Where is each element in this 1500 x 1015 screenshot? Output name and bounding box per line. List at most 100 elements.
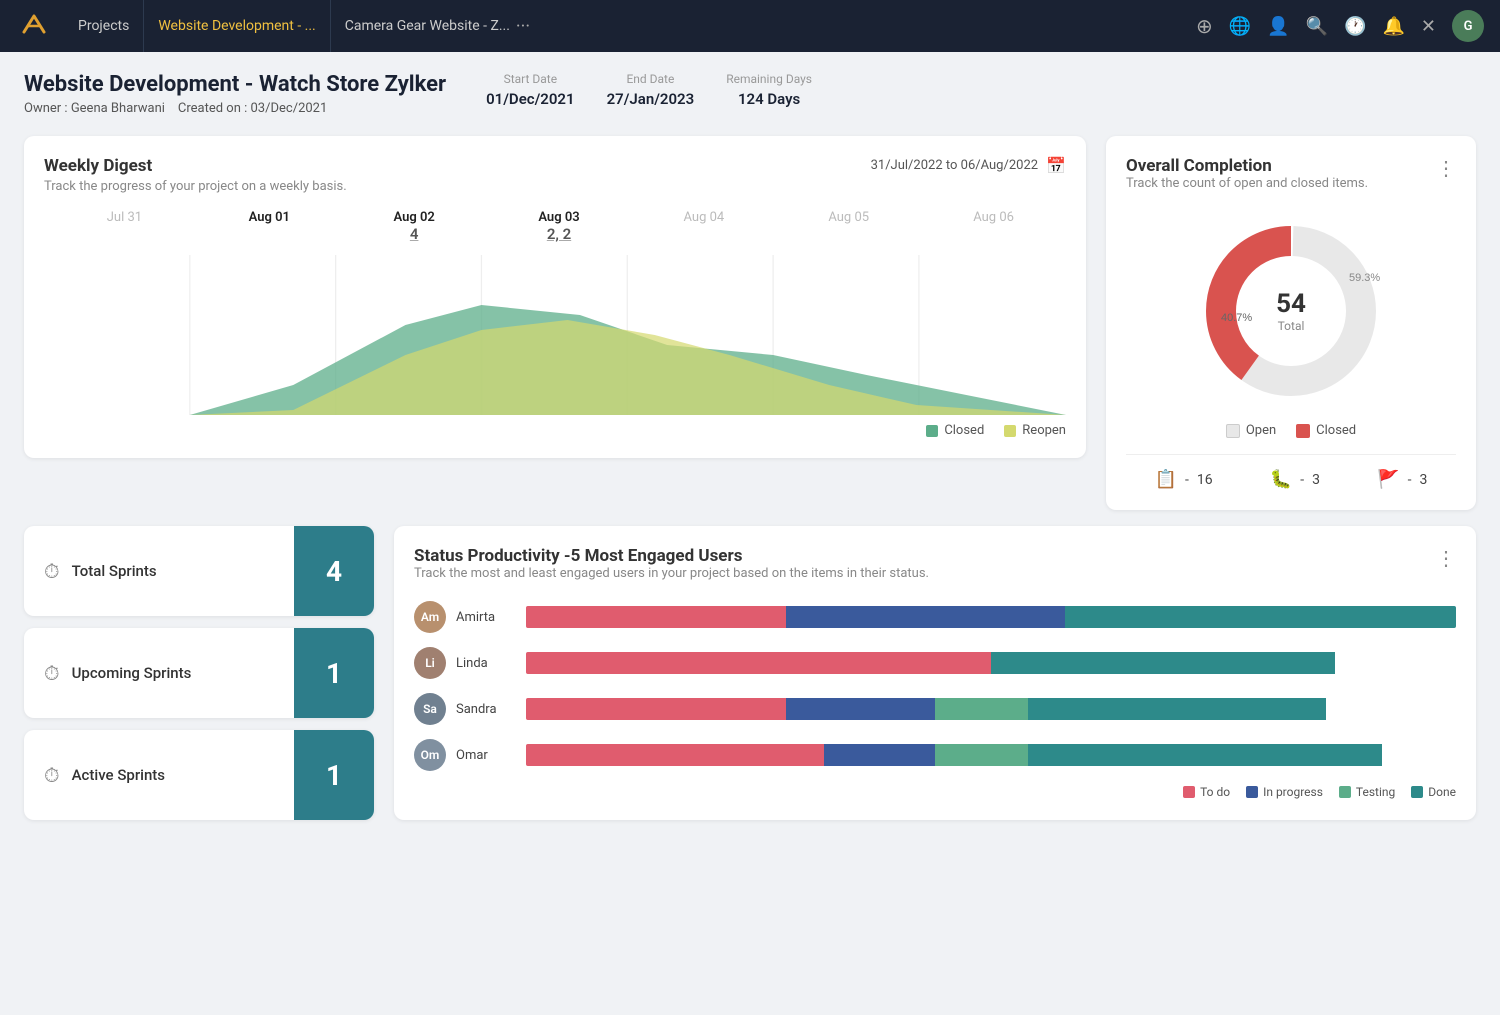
nav-projects[interactable]: Projects [64, 0, 144, 52]
sp-row-sandra: Sa Sandra [414, 693, 1456, 725]
legend-open: Open [1226, 423, 1276, 438]
svg-text:40.7%: 40.7% [1221, 312, 1252, 324]
name-omar: Omar [456, 748, 516, 763]
open-dot [1226, 424, 1240, 438]
nav-website-dev[interactable]: Website Development - ... [144, 0, 330, 52]
active-sprints-count: 1 [294, 730, 374, 820]
oc-stat-flag: 🚩 - 3 [1377, 469, 1427, 490]
avatar[interactable]: G [1452, 10, 1484, 42]
donut-chart: 40.7% 59.3% 54 Total [1126, 211, 1456, 411]
chart-legend: Closed Reopen [44, 423, 1066, 438]
sp-subtitle: Track the most and least engaged users i… [414, 566, 929, 581]
bell-icon[interactable]: 🔔 [1382, 16, 1404, 37]
name-linda: Linda [456, 656, 516, 671]
more-icon[interactable]: ··· [516, 16, 530, 37]
nav-camera-gear[interactable]: Camera Gear Website - Z... ··· [331, 0, 544, 52]
remaining-days-block: Remaining Days 124 Days [726, 72, 812, 108]
svg-text:59.3%: 59.3% [1349, 272, 1380, 284]
sp-chart-area: Am Amirta Li Linda [414, 601, 1456, 771]
app-logo[interactable] [16, 8, 52, 44]
bar-seg-todo [526, 606, 786, 628]
search-icon[interactable]: 🔍 [1306, 16, 1328, 37]
flag-icon: 🚩 [1377, 469, 1399, 490]
sp-legend-inprogress: In progress [1246, 785, 1323, 799]
avatar-amirta: Am [414, 601, 446, 633]
oc-subtitle: Track the count of open and closed items… [1126, 176, 1368, 191]
day-aug03: Aug 03 2, 2 [487, 210, 632, 247]
weekly-header: Weekly Digest Track the progress of your… [44, 156, 1066, 194]
avatar-omar: Om [414, 739, 446, 771]
close-icon[interactable]: ✕ [1421, 16, 1436, 37]
sp-legend-done: Done [1411, 785, 1456, 799]
oc-title-block: Overall Completion Track the count of op… [1126, 156, 1368, 207]
sp-row-linda: Li Linda [414, 647, 1456, 679]
project-meta: Owner : Geena Bharwani Created on : 03/D… [24, 101, 446, 116]
active-sprints-label: ⏱ Active Sprints [24, 763, 294, 787]
total-sprints-card: ⏱ Total Sprints 4 [24, 526, 374, 616]
calendar-icon[interactable]: 📅 [1046, 156, 1066, 175]
globe-icon[interactable]: 🌐 [1229, 16, 1251, 37]
start-date-block: Start Date 01/Dec/2021 [486, 72, 575, 108]
total-sprints-label: ⏱ Total Sprints [24, 559, 294, 583]
oc-stats: 📋 - 16 🐛 - 3 🚩 - 3 [1126, 454, 1456, 490]
plus-icon[interactable]: ⊕ [1196, 14, 1213, 38]
chart-days: Jul 31 Aug 01 Aug 02 4 Aug 03 2, 2 Aug 0 [44, 210, 1066, 247]
clock-icon[interactable]: 🕐 [1344, 16, 1366, 37]
name-sandra: Sandra [456, 702, 516, 717]
upcoming-sprints-icon: ⏱ [44, 661, 60, 685]
sp-legend-testing: Testing [1339, 785, 1395, 799]
name-amirta: Amirta [456, 610, 516, 625]
legend-reopen: Reopen [1004, 423, 1066, 438]
bar-seg-inprogress [786, 606, 1065, 628]
main-container: Website Development - Watch Store Zylker… [0, 52, 1500, 840]
total-sprints-icon: ⏱ [44, 559, 60, 583]
sp-header: Status Productivity -5 Most Engaged User… [414, 546, 1456, 597]
oc-legend: Open Closed [1126, 423, 1456, 438]
done-dot [1411, 786, 1423, 798]
project-title: Website Development - Watch Store Zylker [24, 72, 446, 97]
sp-title-block: Status Productivity -5 Most Engaged User… [414, 546, 929, 597]
day-aug06: Aug 06 [921, 210, 1066, 247]
bar-omar [526, 744, 1456, 766]
status-productivity-card: Status Productivity -5 Most Engaged User… [394, 526, 1476, 820]
active-sprints-card: ⏱ Active Sprints 1 [24, 730, 374, 820]
closed-color-dot [926, 425, 938, 437]
document-icon: 📋 [1155, 469, 1177, 490]
oc-menu-button[interactable]: ⋮ [1436, 156, 1456, 180]
upcoming-sprints-card: ⏱ Upcoming Sprints 1 [24, 628, 374, 718]
weekly-range: 31/Jul/2022 to 06/Aug/2022 📅 [871, 156, 1066, 175]
legend-closed: Closed [926, 423, 984, 438]
oc-stat-document: 📋 - 16 [1155, 469, 1213, 490]
topnav-right: ⊕ 🌐 👤 🔍 🕐 🔔 ✕ G [1196, 10, 1484, 42]
bar-amirta [526, 606, 1456, 628]
avatar-sandra: Sa [414, 693, 446, 725]
sp-legend-todo: To do [1183, 785, 1230, 799]
sp-title: Status Productivity -5 Most Engaged User… [414, 546, 929, 566]
content-row: Weekly Digest Track the progress of your… [24, 136, 1476, 510]
bottom-row: ⏱ Total Sprints 4 ⏱ Upcoming Sprints 1 ⏱… [24, 526, 1476, 820]
overall-completion-card: Overall Completion Track the count of op… [1106, 136, 1476, 510]
bar-seg-done [1065, 606, 1456, 628]
bug-icon: 🐛 [1270, 469, 1292, 490]
oc-header: Overall Completion Track the count of op… [1126, 156, 1456, 207]
sprint-col: ⏱ Total Sprints 4 ⏱ Upcoming Sprints 1 ⏱… [24, 526, 374, 820]
project-title-block: Website Development - Watch Store Zylker… [24, 72, 446, 116]
bar-sandra [526, 698, 1456, 720]
inprogress-dot [1246, 786, 1258, 798]
active-sprints-icon: ⏱ [44, 763, 60, 787]
closed-dot [1296, 424, 1310, 438]
sp-menu-button[interactable]: ⋮ [1436, 546, 1456, 570]
upcoming-sprints-label: ⏱ Upcoming Sprints [24, 661, 294, 685]
right-col: Overall Completion Track the count of op… [1106, 136, 1476, 510]
user-icon[interactable]: 👤 [1267, 16, 1289, 37]
upcoming-sprints-count: 1 [294, 628, 374, 718]
sp-row-omar: Om Omar [414, 739, 1456, 771]
topnav: Projects Website Development - ... Camer… [0, 0, 1500, 52]
day-aug01: Aug 01 [197, 210, 342, 247]
legend-closed: Closed [1296, 423, 1356, 438]
end-date-block: End Date 27/Jan/2023 [607, 72, 695, 108]
left-col: Weekly Digest Track the progress of your… [24, 136, 1086, 458]
day-aug05: Aug 05 [776, 210, 921, 247]
oc-stat-bug: 🐛 - 3 [1270, 469, 1320, 490]
day-jul31: Jul 31 [52, 210, 197, 247]
